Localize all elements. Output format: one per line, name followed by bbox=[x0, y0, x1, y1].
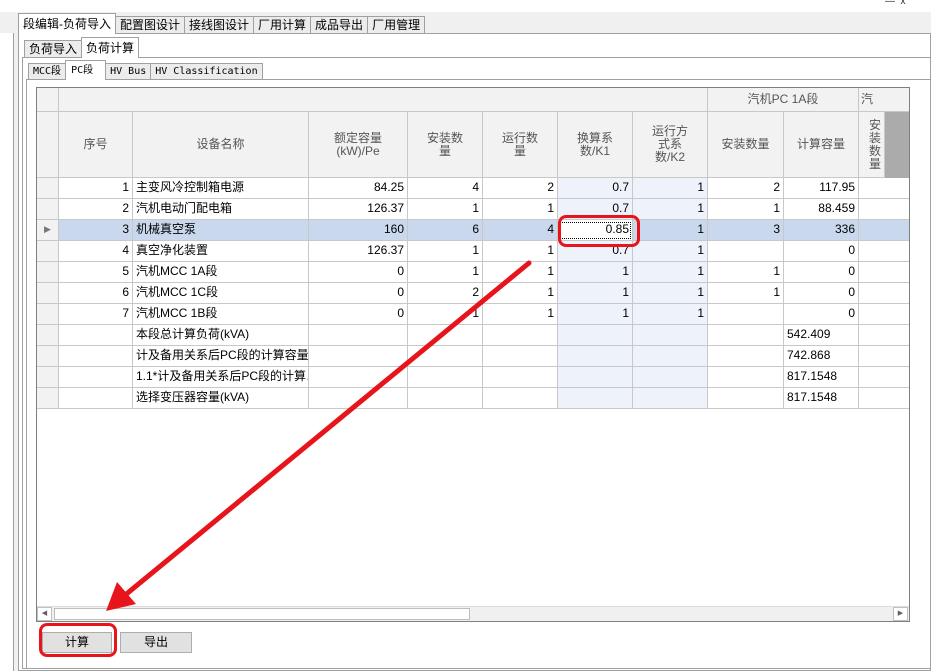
tab-load-calc[interactable]: 负荷计算 bbox=[81, 37, 140, 58]
tab-pc-section[interactable]: PC段 bbox=[65, 60, 107, 80]
tab-segment-edit[interactable]: 段编辑-负荷导入 bbox=[18, 13, 116, 34]
red-arrow-annotation bbox=[106, 260, 532, 611]
arrow-head bbox=[106, 582, 136, 611]
arrow-shaft bbox=[121, 260, 532, 599]
